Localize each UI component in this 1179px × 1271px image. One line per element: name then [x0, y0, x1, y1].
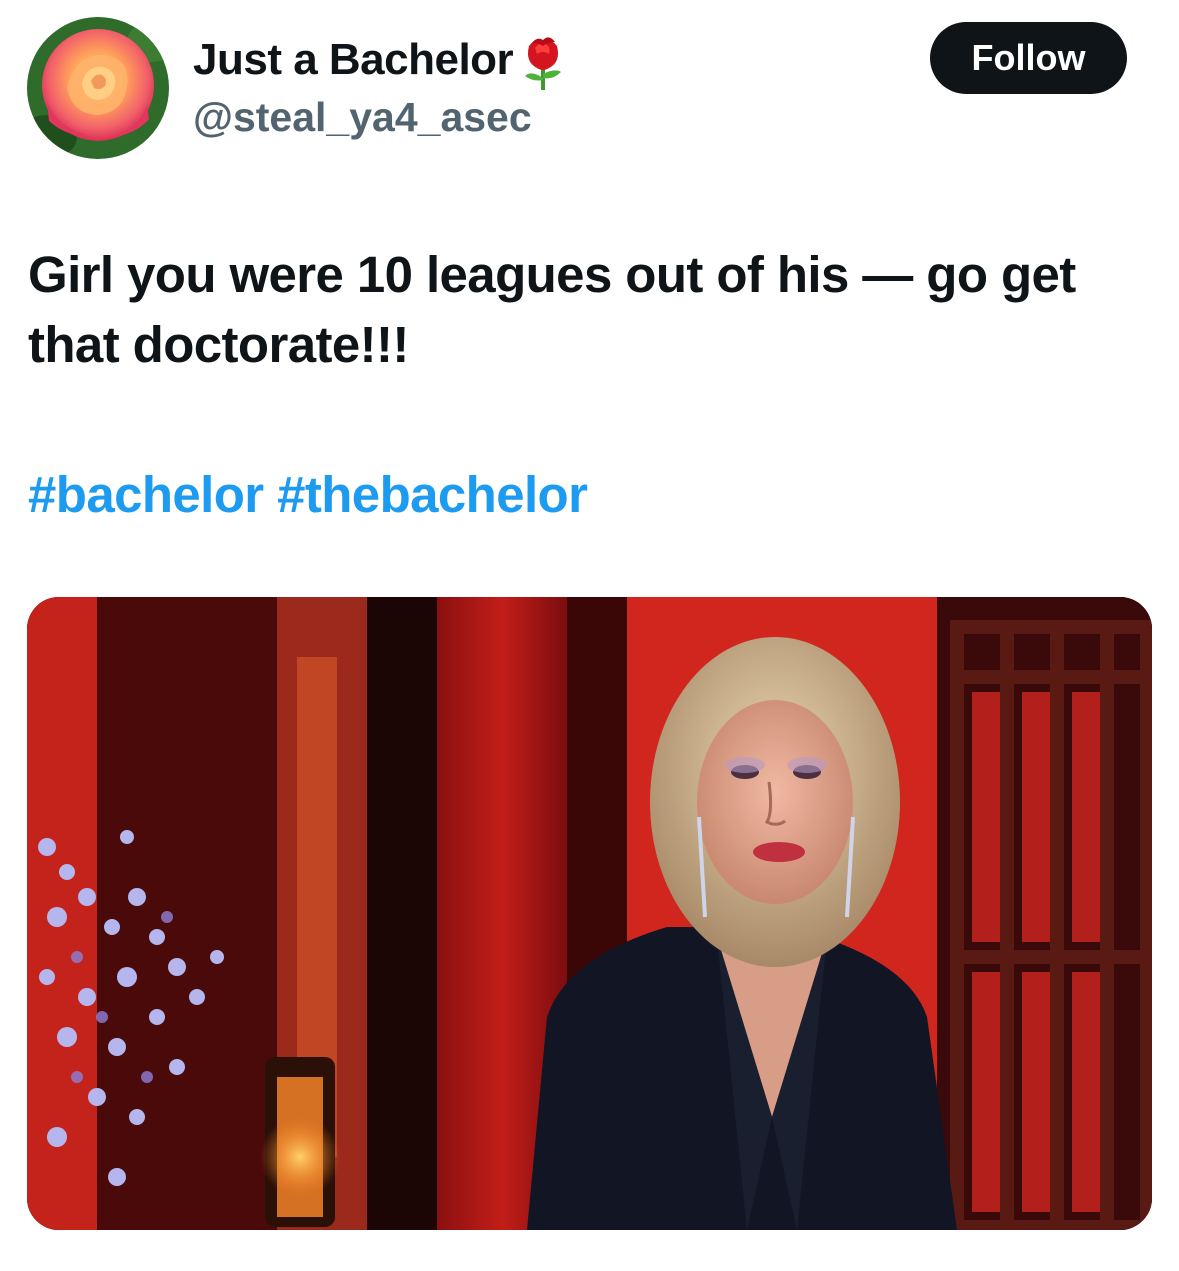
photo-illustration — [27, 597, 1152, 1230]
rose-avatar-image — [27, 17, 169, 159]
rose-icon — [525, 37, 562, 90]
hashtags: #bachelor #thebachelor — [28, 460, 588, 530]
follow-button[interactable]: Follow — [930, 22, 1127, 94]
author-handle[interactable]: @steal_ya4_asec — [193, 94, 532, 141]
tweet-media-photo[interactable] — [27, 597, 1152, 1230]
author-name-row[interactable]: Just a Bachelor — [193, 30, 569, 90]
tweet-text: Girl you were 10 leagues out of his — go… — [28, 246, 1076, 373]
display-name[interactable]: Just a Bachelor — [193, 35, 514, 85]
avatar[interactable] — [27, 17, 169, 159]
hashtag-thebachelor[interactable]: #thebachelor — [277, 466, 588, 523]
tweet: Just a Bachelor @steal_ya4_asec Follow G… — [0, 0, 1179, 1271]
hashtag-bachelor[interactable]: #bachelor — [28, 466, 264, 523]
